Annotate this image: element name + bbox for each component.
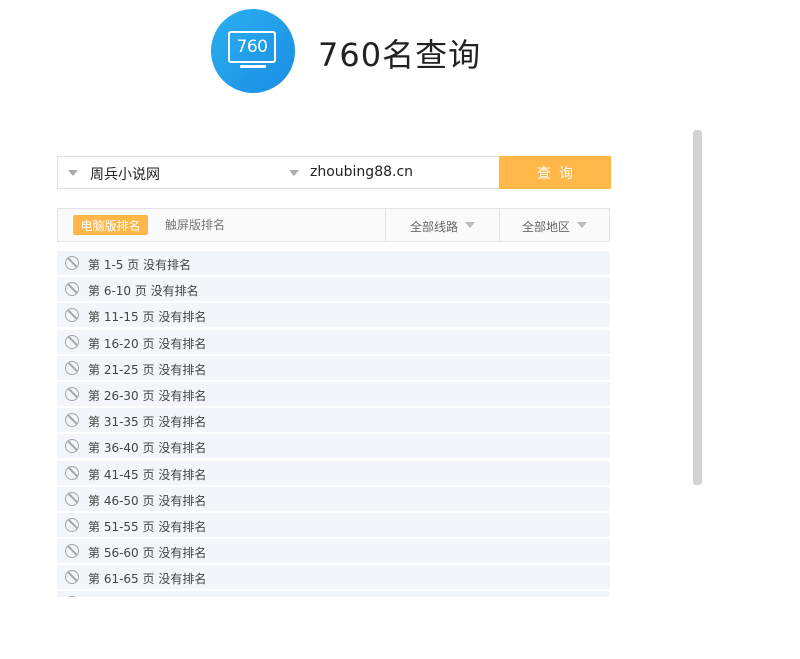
result-text: 第 16-20 页 没有排名	[88, 336, 207, 351]
tab-touch-ranking[interactable]: 触屏版排名	[165, 215, 225, 235]
result-row: 第 21-25 页 没有排名	[57, 355, 610, 380]
result-row: 第 36-40 页 没有排名	[57, 434, 610, 459]
caret-down-icon	[577, 222, 587, 228]
result-text: 第 41-45 页 没有排名	[88, 467, 207, 482]
page-title: 760名查询	[318, 36, 482, 74]
result-row: 第 31-35 页 没有排名	[57, 408, 610, 433]
result-text: 第 56-60 页 没有排名	[88, 546, 207, 561]
result-row: 第 26-30 页 没有排名	[57, 381, 610, 406]
result-row: 第 1-5 页 没有排名	[57, 251, 610, 275]
result-text: 第 6-10 页 没有排名	[88, 284, 199, 299]
caret-down-icon[interactable]	[289, 170, 299, 176]
result-text: 第 11-15 页 没有排名	[88, 310, 207, 325]
search-bar: 周兵小说网 zhoubing88.cn 查询	[57, 156, 611, 189]
result-text: 第 46-50 页 没有排名	[88, 493, 207, 508]
no-entry-icon	[65, 360, 79, 375]
no-entry-icon	[65, 465, 79, 480]
no-entry-icon	[65, 334, 79, 349]
result-row: 第 41-45 页 没有排名	[57, 460, 610, 485]
result-row: 第 6-10 页 没有排名	[57, 277, 610, 302]
logo-text: 760	[236, 37, 268, 57]
site-name: 周兵小说网	[90, 167, 160, 183]
no-entry-icon	[65, 596, 79, 597]
result-row: 第 16-20 页 没有排名	[57, 329, 610, 354]
no-entry-icon	[65, 439, 79, 454]
no-entry-icon	[65, 517, 79, 532]
result-text: 第 21-25 页 没有排名	[88, 362, 207, 377]
no-entry-icon	[65, 256, 79, 270]
no-entry-icon	[65, 544, 79, 559]
no-entry-icon	[65, 570, 79, 585]
region-dropdown[interactable]: 全部地区	[499, 209, 610, 241]
result-text: 第 31-35 页 没有排名	[88, 415, 207, 430]
logo: 760	[211, 9, 295, 93]
monitor-icon: 760	[228, 31, 276, 63]
result-row	[57, 591, 610, 597]
route-dropdown[interactable]: 全部线路	[385, 209, 499, 241]
scrollbar[interactable]	[693, 130, 702, 485]
no-entry-icon	[65, 413, 79, 428]
result-row: 第 46-50 页 没有排名	[57, 486, 610, 511]
results-list: 第 1-5 页 没有排名第 6-10 页 没有排名第 11-15 页 没有排名第…	[57, 251, 610, 597]
result-row: 第 56-60 页 没有排名	[57, 539, 610, 564]
result-text: 第 36-40 页 没有排名	[88, 441, 207, 456]
no-entry-icon	[65, 491, 79, 506]
result-text: 第 61-65 页 没有排名	[88, 572, 207, 587]
no-entry-icon	[65, 308, 79, 323]
result-text: 第 1-5 页 没有排名	[88, 258, 192, 272]
monitor-stand	[240, 65, 266, 68]
route-label: 全部线路	[410, 220, 459, 234]
site-select[interactable]: 周兵小说网	[58, 157, 298, 188]
domain-input[interactable]: zhoubing88.cn	[289, 157, 498, 188]
result-row: 第 11-15 页 没有排名	[57, 303, 610, 328]
filter-bar: 电脑版排名 触屏版排名 全部线路 全部地区	[57, 208, 610, 242]
no-entry-icon	[65, 386, 79, 401]
no-entry-icon	[65, 282, 79, 297]
tab-pc-ranking[interactable]: 电脑版排名	[73, 215, 148, 235]
result-row: 第 61-65 页 没有排名	[57, 565, 610, 590]
result-text: 第 51-55 页 没有排名	[88, 519, 207, 534]
region-label: 全部地区	[522, 220, 571, 234]
result-text: 第 26-30 页 没有排名	[88, 388, 207, 403]
caret-down-icon	[68, 170, 78, 176]
caret-down-icon	[465, 222, 475, 228]
result-row: 第 51-55 页 没有排名	[57, 512, 610, 537]
domain-value: zhoubing88.cn	[310, 164, 414, 180]
query-button[interactable]: 查询	[499, 156, 611, 189]
